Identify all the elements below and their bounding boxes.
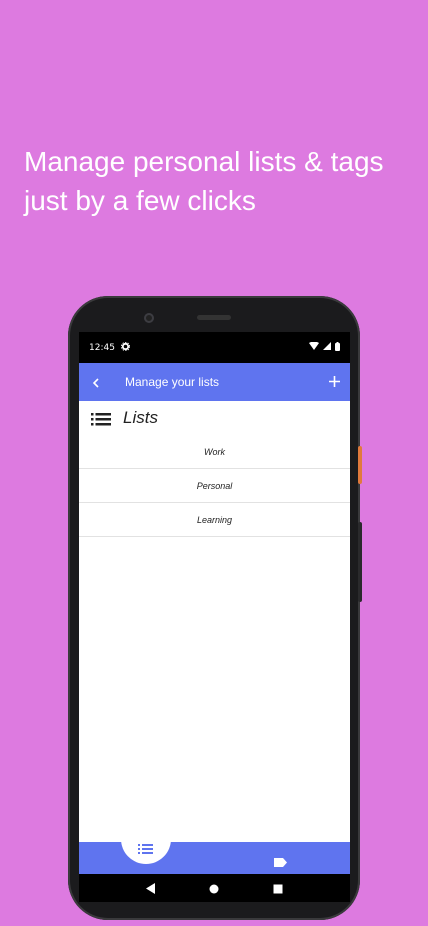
- list-item-work[interactable]: Work: [79, 435, 350, 469]
- headline: Manage personal lists & tags just by a f…: [24, 142, 424, 220]
- phone-screen: 12:45 Manage your lists Lists Work Perso…: [79, 332, 350, 902]
- app-bar: Manage your lists: [79, 363, 350, 401]
- nav-back-button[interactable]: [145, 879, 156, 898]
- add-list-button[interactable]: [329, 373, 340, 391]
- front-camera: [144, 313, 154, 323]
- nav-recents-button[interactable]: [273, 879, 283, 898]
- battery-icon: [335, 341, 340, 354]
- circle-home-icon: [209, 884, 219, 893]
- section-title: Lists: [123, 408, 158, 427]
- volume-button: [358, 522, 362, 602]
- list-item-learning[interactable]: Learning: [79, 503, 350, 537]
- list-item-label: Personal: [196, 480, 233, 491]
- app-bar-title: Manage your lists: [125, 375, 220, 389]
- power-button: [358, 446, 362, 484]
- nav-home-button[interactable]: [209, 879, 219, 898]
- lists-section-header: Lists: [79, 401, 350, 435]
- back-button[interactable]: [79, 373, 113, 392]
- triangle-back-icon: [145, 882, 155, 894]
- speaker-grill: [197, 315, 231, 320]
- tag-icon[interactable]: [274, 852, 287, 871]
- list-item-personal[interactable]: Personal: [79, 469, 350, 503]
- plus-icon: [329, 376, 340, 387]
- list-item-label: Work: [204, 446, 225, 457]
- signal-icon: [323, 342, 331, 353]
- chevron-left-icon: [92, 377, 99, 388]
- list-icon: [138, 840, 154, 859]
- headline-line-2: just by a few clicks: [24, 185, 256, 216]
- menu-list-icon: [91, 411, 111, 426]
- headline-line-1: Manage personal lists & tags: [24, 146, 384, 177]
- wifi-icon: [309, 341, 319, 353]
- list-item-label: Learning: [196, 514, 233, 525]
- status-time: 12:45: [89, 342, 115, 353]
- bottom-navigation: [79, 842, 350, 874]
- settings-icon: [120, 341, 131, 354]
- system-navigation-bar: [79, 874, 350, 902]
- status-bar: 12:45: [79, 332, 350, 363]
- square-recents-icon: [273, 884, 283, 893]
